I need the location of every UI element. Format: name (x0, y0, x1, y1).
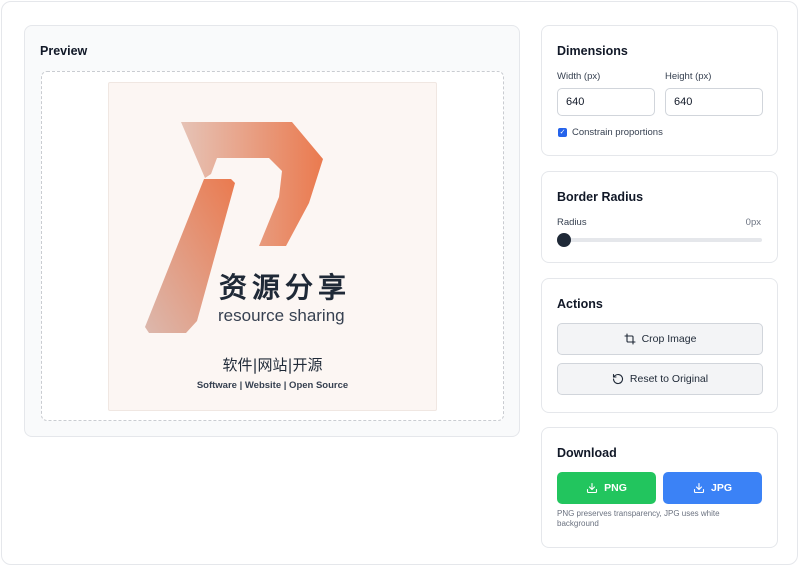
constrain-label: Constrain proportions (572, 127, 663, 138)
image-en-subtitle: Software | Website | Open Source (196, 380, 349, 391)
download-jpg-label: JPG (710, 482, 732, 494)
download-icon (586, 482, 598, 494)
download-panel: Download PNG JPG PNG preserves transpare… (541, 427, 778, 548)
actions-panel: Actions Crop Image Reset to Original (541, 278, 778, 413)
preview-area: 资源分享 resource sharing 软件|网站|开源 Software … (41, 71, 504, 421)
border-radius-title: Border Radius (557, 190, 644, 204)
crop-image-label: Crop Image (641, 333, 697, 345)
app-frame: Preview 资源分享 resource sharing 软件|网站|开源 S… (1, 1, 798, 565)
constrain-checkbox[interactable]: ✓ (558, 128, 567, 137)
image-cn-title: 资源分享 (219, 271, 352, 304)
preview-title: Preview (40, 44, 88, 58)
preview-panel: Preview 资源分享 resource sharing 软件|网站|开源 S… (24, 25, 520, 437)
image-cn-subtitle: 软件|网站|开源 (222, 356, 323, 374)
download-icon (693, 482, 705, 494)
rotate-ccw-icon (612, 373, 624, 385)
reset-original-button[interactable]: Reset to Original (557, 363, 763, 395)
download-title: Download (557, 446, 617, 460)
download-note: PNG preserves transparency, JPG uses whi… (557, 509, 720, 528)
reset-original-label: Reset to Original (629, 373, 709, 385)
radius-label: Radius (557, 217, 587, 228)
download-jpg-button[interactable]: JPG (663, 472, 762, 504)
height-label: Height (px) (665, 71, 712, 82)
download-png-button[interactable]: PNG (557, 472, 656, 504)
width-input[interactable]: 640 (557, 88, 655, 116)
dimensions-panel: Dimensions Width (px) Height (px) 640 64… (541, 25, 778, 156)
image-en-title: resource sharing (218, 306, 345, 325)
width-label: Width (px) (557, 71, 601, 82)
download-png-label: PNG (604, 482, 627, 494)
dimensions-title: Dimensions (557, 44, 628, 58)
actions-title: Actions (557, 297, 603, 311)
height-input[interactable]: 640 (665, 88, 763, 116)
preview-image[interactable]: 资源分享 resource sharing 软件|网站|开源 Software … (108, 82, 437, 411)
radius-value: 0px (745, 217, 761, 228)
radius-slider-thumb[interactable] (557, 233, 571, 247)
crop-image-button[interactable]: Crop Image (557, 323, 763, 355)
border-radius-panel: Border Radius Radius 0px (541, 171, 778, 263)
crop-icon (624, 333, 636, 345)
radius-slider-track[interactable] (564, 238, 762, 242)
